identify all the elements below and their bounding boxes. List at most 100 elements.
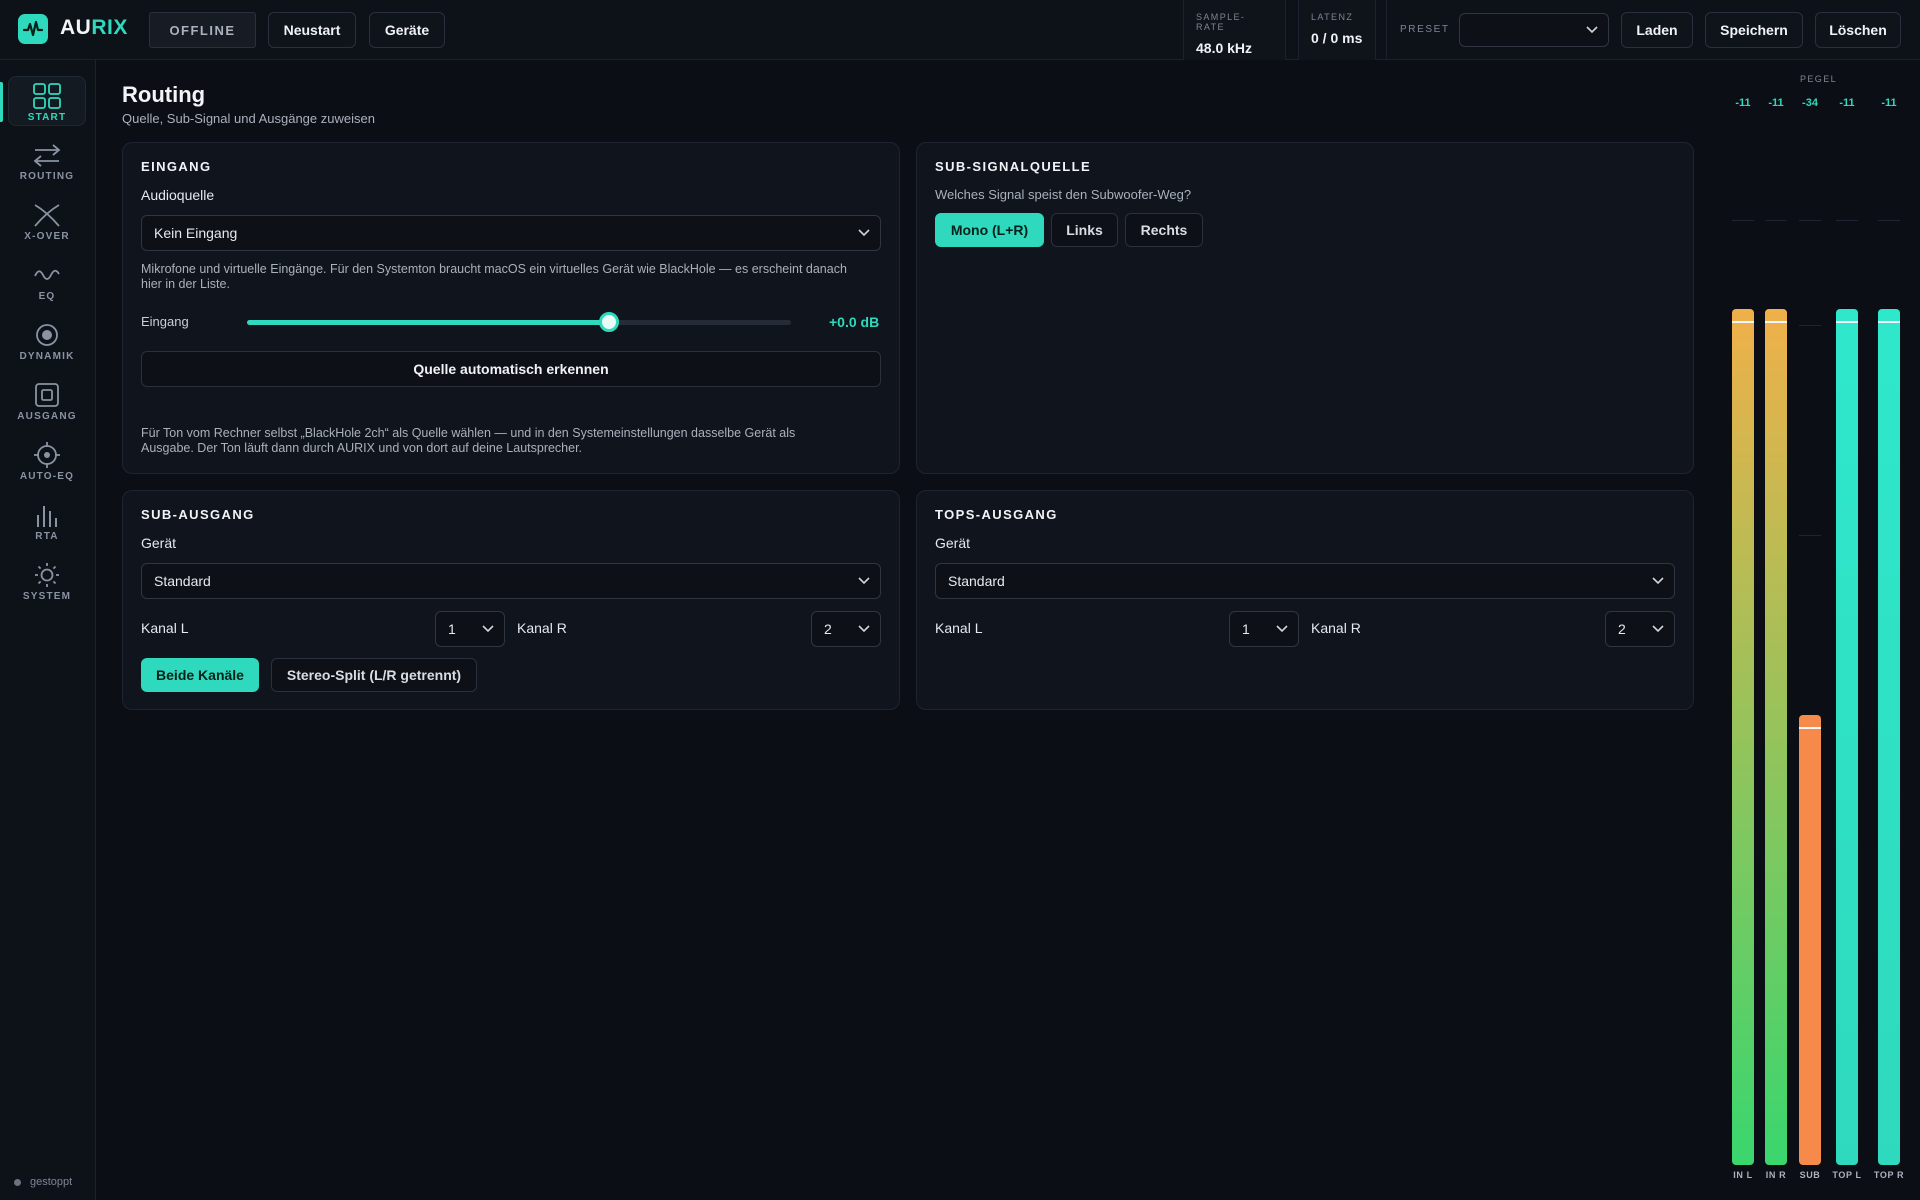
tops-channel-left-select[interactable]: 1 xyxy=(1229,611,1299,647)
tops-device-select[interactable]: Standard xyxy=(935,563,1675,599)
meter-value: -11 xyxy=(1768,97,1784,109)
chevron-down-icon xyxy=(1652,577,1664,585)
tops-channel-right-label: Kanal R xyxy=(1311,620,1361,636)
sub-source-question: Welches Signal speist den Subwoofer-Weg? xyxy=(935,187,1192,202)
load-preset-button[interactable]: Laden xyxy=(1621,12,1693,48)
sub-channel-left-value: 1 xyxy=(448,621,456,637)
nav-label-routing: ROUTING xyxy=(19,171,75,182)
delete-preset-button[interactable]: Löschen xyxy=(1815,12,1901,48)
latency-label: LATENZ xyxy=(1311,12,1354,22)
nav-label-autoeq: AUTO-EQ xyxy=(19,471,75,482)
nav-label-dynamik: DYNAMIK xyxy=(19,351,75,362)
status-text: gestoppt xyxy=(30,1176,73,1188)
active-indicator xyxy=(0,82,3,122)
nav-item-start[interactable]: START xyxy=(8,76,86,126)
meter-value: -11 xyxy=(1881,97,1897,109)
sample-rate-label: SAMPLE-RATE xyxy=(1196,12,1246,32)
input-card-title: EINGANG xyxy=(141,159,212,174)
latency-value: 0 / 0 ms xyxy=(1311,30,1363,46)
nav-item-rta[interactable]: RTA xyxy=(8,496,86,546)
nav-item-system[interactable]: SYSTEM xyxy=(8,556,86,606)
sub-device-select[interactable]: Standard xyxy=(141,563,881,599)
restart-button[interactable]: Neustart xyxy=(268,12,356,48)
sub-channel-right-select[interactable]: 2 xyxy=(811,611,881,647)
preset-select[interactable] xyxy=(1459,13,1609,47)
sun-icon xyxy=(35,563,59,587)
sub-mode-both-button[interactable]: Beide Kanäle xyxy=(141,658,259,692)
meter-scale-tick xyxy=(1799,325,1821,326)
divider xyxy=(1386,0,1387,60)
meter-scale-tick xyxy=(1732,220,1754,221)
meter-peak-marker xyxy=(1878,321,1900,323)
auto-detect-source-button[interactable]: Quelle automatisch erkennen xyxy=(141,351,881,387)
arrows-icon xyxy=(33,144,61,167)
meter-bar xyxy=(1765,309,1787,1165)
meter-scale-tick xyxy=(1799,535,1821,536)
meter-value: -34 xyxy=(1802,97,1818,109)
blackhole-hint: Für Ton vom Rechner selbst „BlackHole 2c… xyxy=(141,426,886,456)
footer-line-2: Ausgabe. Der Ton läuft dann durch AURIX … xyxy=(141,441,583,455)
logo-icon xyxy=(18,14,48,44)
chevron-down-icon xyxy=(482,625,494,633)
meter-channel-label: SUB xyxy=(1799,1170,1821,1180)
nav-item-ausgang[interactable]: AUSGANG xyxy=(8,376,86,426)
meters-header: PEGEL xyxy=(1800,74,1838,84)
tops-output-card: TOPS-AUSGANG Gerät Standard Kanal L 1 Ka… xyxy=(916,490,1694,710)
sidebar: START ROUTING X-OVER EQ DYNAMIK AUSGANG xyxy=(0,60,96,1200)
page-title: Routing xyxy=(122,82,206,107)
sub-channel-left-select[interactable]: 1 xyxy=(435,611,505,647)
square-icon xyxy=(35,383,59,407)
sub-channel-left-label: Kanal L xyxy=(141,620,189,636)
nav-item-autoeq[interactable]: AUTO-EQ xyxy=(8,436,86,486)
tops-device-label: Gerät xyxy=(935,535,971,551)
nav-item-eq[interactable]: EQ xyxy=(8,256,86,306)
save-preset-button[interactable]: Speichern xyxy=(1705,12,1803,48)
sub-source-left-button[interactable]: Links xyxy=(1051,213,1118,247)
gain-slider-thumb[interactable] xyxy=(598,312,619,332)
chevron-down-icon xyxy=(858,625,870,633)
target-icon xyxy=(36,324,58,346)
meter-channel-label: TOP L xyxy=(1832,1170,1862,1180)
sub-mode-split-button[interactable]: Stereo-Split (L/R getrennt) xyxy=(271,658,477,692)
audio-source-value: Kein Eingang xyxy=(154,225,238,241)
sub-source-card: SUB-SIGNALQUELLE Welches Signal speist d… xyxy=(916,142,1694,474)
preset-label: PRESET xyxy=(1400,24,1450,35)
top-bar: AURIX OFFLINE Neustart Geräte SAMPLE-RAT… xyxy=(0,0,1920,60)
crosshair-icon xyxy=(34,442,60,468)
nav-label-start: START xyxy=(27,112,67,123)
nav-item-dynamik[interactable]: DYNAMIK xyxy=(8,316,86,366)
sub-channel-right-label: Kanal R xyxy=(517,620,567,636)
tops-device-value: Standard xyxy=(948,573,1005,589)
gain-slider-fill xyxy=(247,320,609,325)
meter-bar xyxy=(1799,715,1821,1165)
gain-label: Eingang xyxy=(141,314,189,329)
tops-channel-left-value: 1 xyxy=(1242,621,1250,637)
sub-output-card: SUB-AUSGANG Gerät Standard Kanal L 1 Kan… xyxy=(122,490,900,710)
sub-source-mono-button[interactable]: Mono (L+R) xyxy=(935,213,1044,247)
sub-output-card-title: SUB-AUSGANG xyxy=(141,507,255,522)
devices-button[interactable]: Geräte xyxy=(369,12,445,48)
tops-output-card-title: TOPS-AUSGANG xyxy=(935,507,1058,522)
app-logo: AURIX xyxy=(60,16,128,39)
sample-rate-stat: SAMPLE-RATE 48.0 kHz xyxy=(1183,0,1286,60)
audio-source-select[interactable]: Kein Eingang xyxy=(141,215,881,251)
tops-channel-right-select[interactable]: 2 xyxy=(1605,611,1675,647)
nav-label-eq: EQ xyxy=(38,291,56,302)
wave-icon xyxy=(34,269,60,280)
sample-rate-value: 48.0 kHz xyxy=(1196,40,1253,56)
sub-source-right-button[interactable]: Rechts xyxy=(1125,213,1203,247)
nav-label-xover: X-OVER xyxy=(24,231,70,242)
meter-peak-marker xyxy=(1836,321,1858,323)
meter-value: -11 xyxy=(1839,97,1855,109)
meter-scale-tick xyxy=(1836,220,1858,221)
nav-item-routing[interactable]: ROUTING xyxy=(8,136,86,186)
footer-line-1: Für Ton vom Rechner selbst „BlackHole 2c… xyxy=(141,426,796,440)
meter-peak-marker xyxy=(1765,321,1787,323)
nav-item-xover[interactable]: X-OVER xyxy=(8,196,86,246)
gain-value: +0.0 dB xyxy=(829,314,880,330)
offline-status-button[interactable]: OFFLINE xyxy=(149,12,256,48)
grid-icon xyxy=(33,83,61,109)
chevron-down-icon xyxy=(1276,625,1288,633)
nav-label-rta: RTA xyxy=(35,531,59,542)
meter-scale-tick xyxy=(1765,220,1787,221)
